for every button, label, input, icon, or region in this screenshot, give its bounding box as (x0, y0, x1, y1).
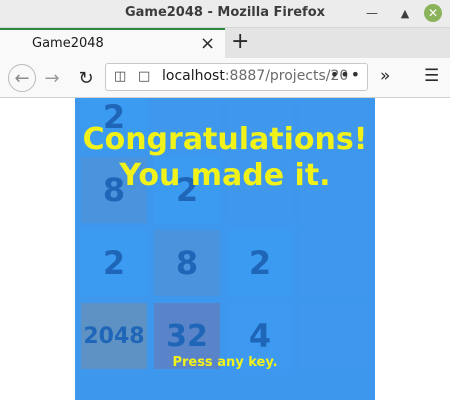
reload-icon[interactable]: ↻ (74, 66, 98, 90)
close-window-icon[interactable]: ✕ (424, 4, 442, 22)
tab-label: Game2048 (32, 36, 104, 51)
page-actions-icon[interactable]: ••• (330, 65, 361, 84)
tile-2: 2 (81, 230, 147, 296)
window-titlebar: Game2048 - Mozilla Firefox — ▲ ✕ (0, 0, 450, 28)
navigation-toolbar: ← → ↻ ◫ □ localhost:8887/projects/20 •••… (0, 58, 450, 98)
maximize-icon[interactable]: ▲ (396, 4, 414, 22)
url-host: localhost (162, 68, 225, 84)
url-text[interactable]: localhost:8887/projects/20 (162, 68, 348, 84)
new-tab-icon[interactable]: + (231, 29, 249, 54)
tab-close-icon[interactable]: × (200, 33, 215, 54)
page-info-icon[interactable]: □ (138, 69, 150, 84)
hamburger-menu-icon[interactable]: ☰ (424, 66, 439, 86)
congratulations-line1: Congratulations! (82, 122, 368, 157)
tile-2: 2 (227, 230, 293, 296)
tracking-shield-icon[interactable]: ◫ (114, 69, 126, 84)
tab-game2048[interactable]: Game2048 × (0, 28, 225, 58)
congratulations-line2: You made it. (119, 158, 331, 193)
address-bar[interactable]: ◫ □ localhost:8887/projects/20 ••• (105, 63, 368, 91)
back-icon[interactable]: ← (8, 64, 36, 92)
press-any-key-prompt: Press any key. (172, 355, 278, 370)
forward-icon[interactable]: → (40, 66, 64, 90)
window-title: Game2048 - Mozilla Firefox (124, 5, 326, 20)
minimize-icon[interactable]: — (363, 4, 381, 22)
tile-8: 8 (154, 230, 220, 296)
overflow-menu-icon[interactable]: » (380, 66, 390, 86)
tab-bar: Game2048 × + (0, 28, 450, 58)
congratulations-message: Congratulations! You made it. (0, 122, 450, 194)
tile-empty (300, 230, 366, 296)
